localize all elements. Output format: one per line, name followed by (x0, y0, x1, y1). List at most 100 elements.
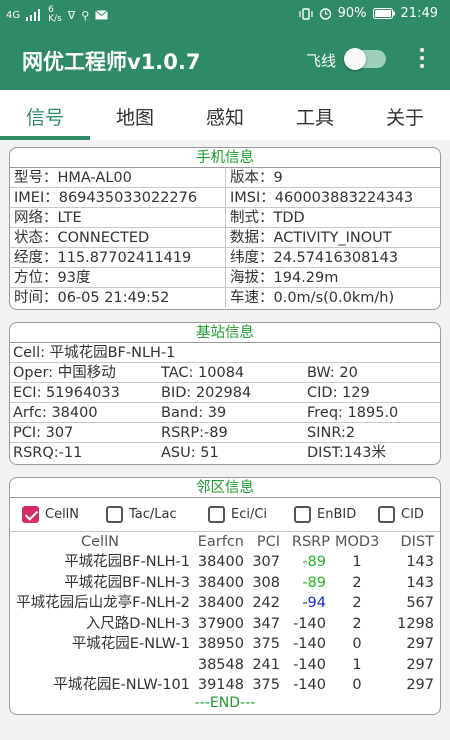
neighbor-dist: 297 (406, 657, 434, 673)
signal-icon (26, 9, 41, 21)
neighbor-mod3: 0 (352, 636, 362, 652)
list-end-marker: ---END--- (194, 695, 256, 711)
neighbor-title: 邻区信息 (10, 478, 440, 498)
station-row: Oper: 中国移动 TAC: 10084 BW: 20 (10, 363, 440, 383)
toggle-knob (344, 48, 366, 70)
dist-value: DIST:143米 (307, 445, 386, 461)
tab-signal[interactable]: 信号 (0, 103, 90, 130)
col-earfcn: Earfcn (197, 534, 244, 550)
tab-bar: 信号 地图 感知 工具 关于 (0, 90, 450, 140)
tab-tools[interactable]: 工具 (270, 103, 360, 130)
table-row[interactable]: 平城花园BF-NLH-1 38400 307 -89 1 143 (10, 552, 440, 573)
neighbor-pci: 241 (252, 657, 280, 673)
table-row[interactable]: 平城花园E-NLW-101 39148 375 -140 0 297 (10, 675, 440, 696)
neighbor-pci: 375 (252, 636, 280, 652)
more-options-icon[interactable] (418, 48, 426, 72)
info-row: 型号：HMA-AL00 版本：9 (10, 168, 440, 188)
longitude-value: 经度：115.87702411419 (10, 248, 226, 267)
neighbor-card: 邻区信息 CellN Tac/Lac Eci/Ci EnBID CID Cell… (9, 477, 441, 715)
tab-about[interactable]: 关于 (360, 103, 450, 130)
tab-indicator (0, 136, 90, 140)
neighbor-earfcn: 38400 (197, 595, 244, 611)
base-station-card: 基站信息 Cell: 平城花园BF-NLH-1 Oper: 中国移动 TAC: 1… (9, 322, 441, 465)
info-row: 经度：115.87702411419 纬度：24.57416308143 (10, 248, 440, 268)
neighbor-filter-bar: CellN Tac/Lac Eci/Ci EnBID CID (10, 498, 440, 532)
bearing-value: 方位：93度 (10, 268, 226, 287)
neighbor-dist: 567 (406, 595, 434, 611)
neighbor-mod3: 2 (352, 595, 362, 611)
neighbor-table: CellN Earfcn PCI RSRP MOD3 DIST 平城花园BF-N… (10, 532, 440, 712)
table-row[interactable]: 入尺路D-NLH-3 37900 347 -140 2 1298 (10, 614, 440, 635)
table-header: CellN Earfcn PCI RSRP MOD3 DIST (10, 532, 440, 553)
checkbox-celln[interactable]: CellN (22, 506, 79, 523)
clock: 21:49 (400, 6, 438, 21)
imsi-value: IMSI：460003883224343 (230, 190, 414, 206)
neighbor-earfcn: 37900 (197, 616, 244, 632)
altitude-value: 海拔：194.29m (230, 270, 339, 286)
neighbor-pci: 308 (252, 575, 280, 591)
station-row: ECI: 51964033 BID: 202984 CID: 129 (10, 383, 440, 403)
fly-line-toggle[interactable] (344, 48, 386, 70)
rsrq-value: RSRQ:-11 (13, 445, 83, 461)
checkbox-checked-icon (22, 506, 39, 523)
info-row: IMEI：869435033022276 IMSI：460003883224343 (10, 188, 440, 208)
network-type: 4G (6, 9, 21, 21)
hd-icon: ᐁ (67, 8, 76, 22)
imei-value: IMEI：869435033022276 (10, 188, 226, 207)
station-row: Arfc: 38400 Band: 39 Freq: 1895.0 (10, 403, 440, 423)
version-value: 版本：9 (230, 170, 283, 186)
battery-percent: 90% (337, 6, 367, 21)
table-row[interactable]: 平城花园E-NLW-1 38950 375 -140 0 297 (10, 634, 440, 655)
neighbor-rsrp: -89 (302, 554, 326, 570)
phone-info-card: 手机信息 型号：HMA-AL00 版本：9 IMEI：86943503302227… (9, 147, 441, 310)
neighbor-mod3: 1 (352, 554, 362, 570)
eci-value: ECI: 51964033 (13, 385, 120, 401)
checkbox-icon (294, 506, 311, 523)
neighbor-cell: 平城花园后山龙亭F-NLH-2 (16, 595, 190, 611)
station-row: RSRQ:-11 ASU: 51 DIST:143米 (10, 443, 440, 463)
checkbox-label: CellN (45, 507, 80, 522)
vibrate-icon (299, 7, 313, 20)
latitude-value: 纬度：24.57416308143 (230, 250, 399, 266)
pci-value: PCI: 307 (13, 425, 74, 441)
info-row: 时间：06-05 21:49:52 车速：0.0m/s(0.0km/h) (10, 288, 440, 308)
status-bar: 4G 6 K/s ᐁ ⚲ 90% 21:49 (0, 0, 450, 30)
neighbor-cell: 平城花园E-NLW-1 (71, 636, 190, 652)
neighbor-mod3: 1 (352, 657, 362, 673)
phone-info-title: 手机信息 (10, 148, 440, 168)
neighbor-dist: 297 (406, 636, 434, 652)
table-row[interactable]: 平城花园BF-NLH-3 38400 308 -89 2 143 (10, 573, 440, 594)
table-row[interactable]: 38548 241 -140 1 297 (10, 655, 440, 676)
checkbox-icon (208, 506, 225, 523)
tab-map[interactable]: 地图 (90, 103, 180, 130)
checkbox-tac-lac[interactable]: Tac/Lac (106, 506, 177, 523)
checkbox-label: EnBID (317, 507, 357, 522)
checkbox-enbid[interactable]: EnBID (294, 506, 356, 523)
col-pci: PCI (256, 534, 280, 550)
speed-unit: K/s (48, 14, 62, 24)
neighbor-earfcn: 38950 (197, 636, 244, 652)
tab-perception[interactable]: 感知 (180, 103, 270, 130)
band-value: Band: 39 (161, 405, 227, 421)
neighbor-rsrp: -140 (293, 657, 326, 673)
mail-icon (95, 10, 109, 20)
checkbox-cid[interactable]: CID (378, 506, 424, 523)
table-row[interactable]: 平城花园后山龙亭F-NLH-2 38400 242 -94 2 567 (10, 593, 440, 614)
info-row: 方位：93度 海拔：194.29m (10, 268, 440, 288)
neighbor-mod3: 0 (352, 677, 362, 693)
neighbor-mod3: 2 (352, 575, 362, 591)
app-bar: 网优工程师v1.0.7 飞线 (0, 30, 450, 90)
neighbor-rsrp: -89 (302, 575, 326, 591)
sinr-value: SINR:2 (307, 425, 356, 441)
neighbor-dist: 143 (406, 575, 434, 591)
neighbor-cell: 入尺路D-NLH-3 (85, 616, 190, 632)
checkbox-label: Tac/Lac (129, 507, 177, 522)
neighbor-dist: 1298 (397, 616, 434, 632)
cell-value: Cell: 平城花园BF-NLH-1 (13, 345, 176, 361)
checkbox-eci-ci[interactable]: Eci/Ci (208, 506, 267, 523)
checkbox-label: CID (401, 507, 424, 522)
col-mod3: MOD3 (335, 534, 380, 550)
neighbor-mod3: 2 (352, 616, 362, 632)
tac-value: TAC: 10084 (161, 365, 245, 381)
neighbor-pci: 375 (252, 677, 280, 693)
